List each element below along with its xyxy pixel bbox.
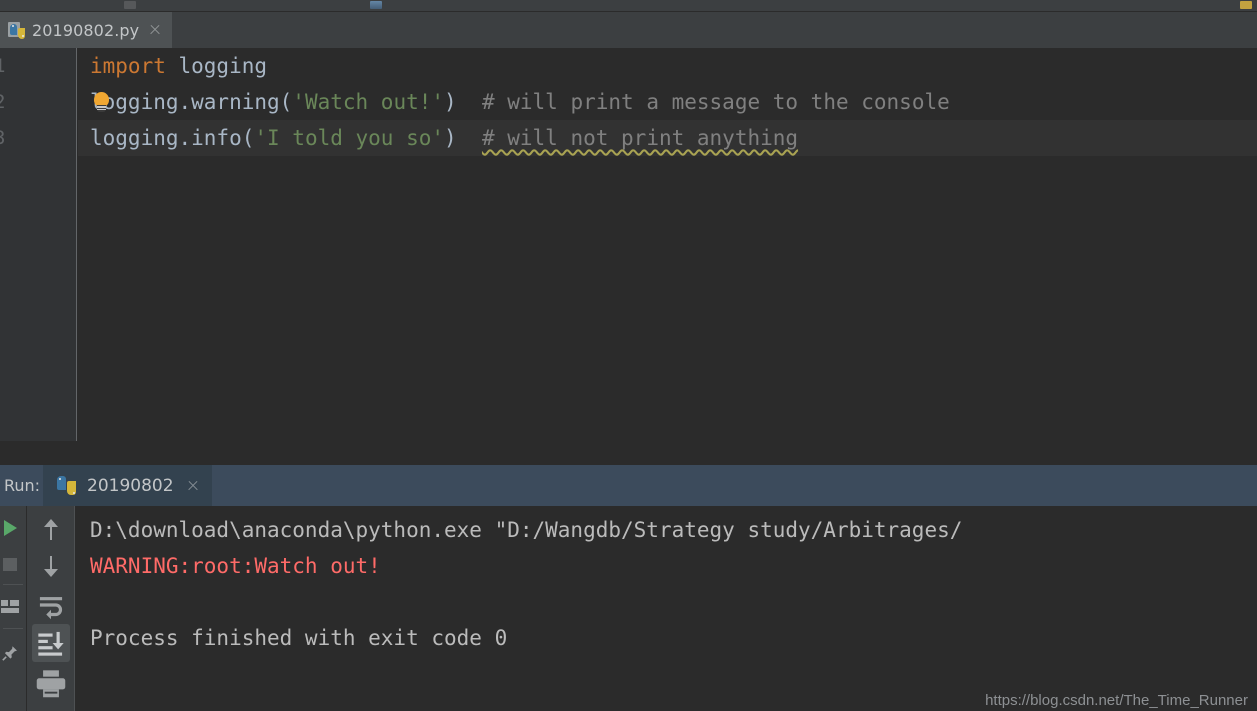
python-file-icon [8, 21, 25, 39]
code-token-text: logging [165, 54, 268, 78]
run-config-icon[interactable] [124, 1, 136, 9]
pin-icon [2, 646, 18, 661]
print-button[interactable] [32, 664, 70, 702]
code-token-text: ) [444, 90, 482, 114]
down-the-stack-button[interactable] [32, 548, 70, 586]
line-number: 2 [0, 84, 76, 120]
run-icon [4, 520, 17, 536]
code-token-call: logging.info( [90, 126, 255, 150]
close-icon[interactable] [186, 479, 200, 493]
pin-tab-button[interactable] [0, 634, 26, 670]
code-line-3[interactable]: logging.info('I told you so') # will not… [78, 120, 1257, 156]
code-token-string: 'I told you so' [254, 126, 445, 150]
stop-button[interactable] [0, 546, 26, 582]
code-token-comment-warning: # will not print anything [481, 126, 799, 150]
editor-tab-bar: 20190802.py [0, 12, 1257, 52]
layout-icon [1, 600, 19, 613]
code-editor[interactable]: 1 2 3 import logging logging.warning('Wa… [0, 48, 1257, 441]
editor-tab-label: 20190802.py [32, 20, 140, 40]
code-token-string: 'Watch out!' [292, 90, 445, 114]
run-tool-window-header: Run: 20190802 [0, 465, 1257, 506]
pycharm-window: 20190802.py 1 2 3 import logging logging… [0, 0, 1257, 711]
editor-gutter[interactable]: 1 2 3 [0, 48, 77, 441]
console-actions-toolbar [27, 506, 75, 711]
console-output[interactable]: D:\download\anaconda\python.exe "D:/Wang… [76, 506, 1257, 711]
arrow-down-icon [44, 569, 58, 577]
run-tab-20190802[interactable]: 20190802 [43, 465, 212, 506]
code-token-comment: # will print a message to the console [481, 90, 950, 114]
python-icon [57, 476, 76, 495]
run-actions-toolbar [0, 506, 26, 711]
main-toolbar [0, 0, 1257, 12]
line-number-column: 1 2 3 [0, 48, 76, 156]
scroll-to-end-button[interactable] [32, 624, 70, 662]
line-number: 3 [0, 120, 76, 156]
scroll-to-end-icon [38, 631, 64, 656]
code-line-2[interactable]: logging.warning('Watch out!') # will pri… [78, 84, 1257, 120]
line-number: 1 [0, 48, 76, 84]
stop-icon [3, 558, 17, 571]
soft-wrap-icon [39, 597, 63, 620]
console-line: D:\download\anaconda\python.exe "D:/Wang… [90, 518, 963, 542]
watermark: https://blog.csdn.net/The_Time_Runner [985, 692, 1248, 709]
panel-splitter[interactable] [0, 441, 1257, 466]
soft-wrap-button[interactable] [32, 586, 70, 624]
close-icon[interactable] [148, 23, 162, 37]
up-the-stack-button[interactable] [32, 510, 70, 548]
plugin-icon[interactable] [370, 1, 382, 9]
console-line-exit: Process finished with exit code 0 [90, 626, 508, 650]
printer-icon [36, 670, 66, 698]
code-token-call: logging.warning( [90, 90, 293, 114]
restore-layout-button[interactable] [0, 590, 26, 626]
rerun-button[interactable] [0, 508, 26, 544]
code-line-1[interactable]: import logging [78, 48, 1257, 84]
lightbulb-icon[interactable] [90, 90, 112, 116]
warning-icon[interactable] [1240, 1, 1252, 9]
code-token-text: ) [444, 126, 482, 150]
run-console-area: D:\download\anaconda\python.exe "D:/Wang… [0, 506, 1257, 711]
console-line-warning: WARNING:root:Watch out! [90, 554, 381, 578]
code-content[interactable]: import logging logging.warning('Watch ou… [78, 48, 1257, 156]
code-token-keyword: import [90, 54, 166, 78]
run-tab-label: 20190802 [87, 475, 174, 496]
editor-tab-20190802-py[interactable]: 20190802.py [0, 12, 173, 52]
